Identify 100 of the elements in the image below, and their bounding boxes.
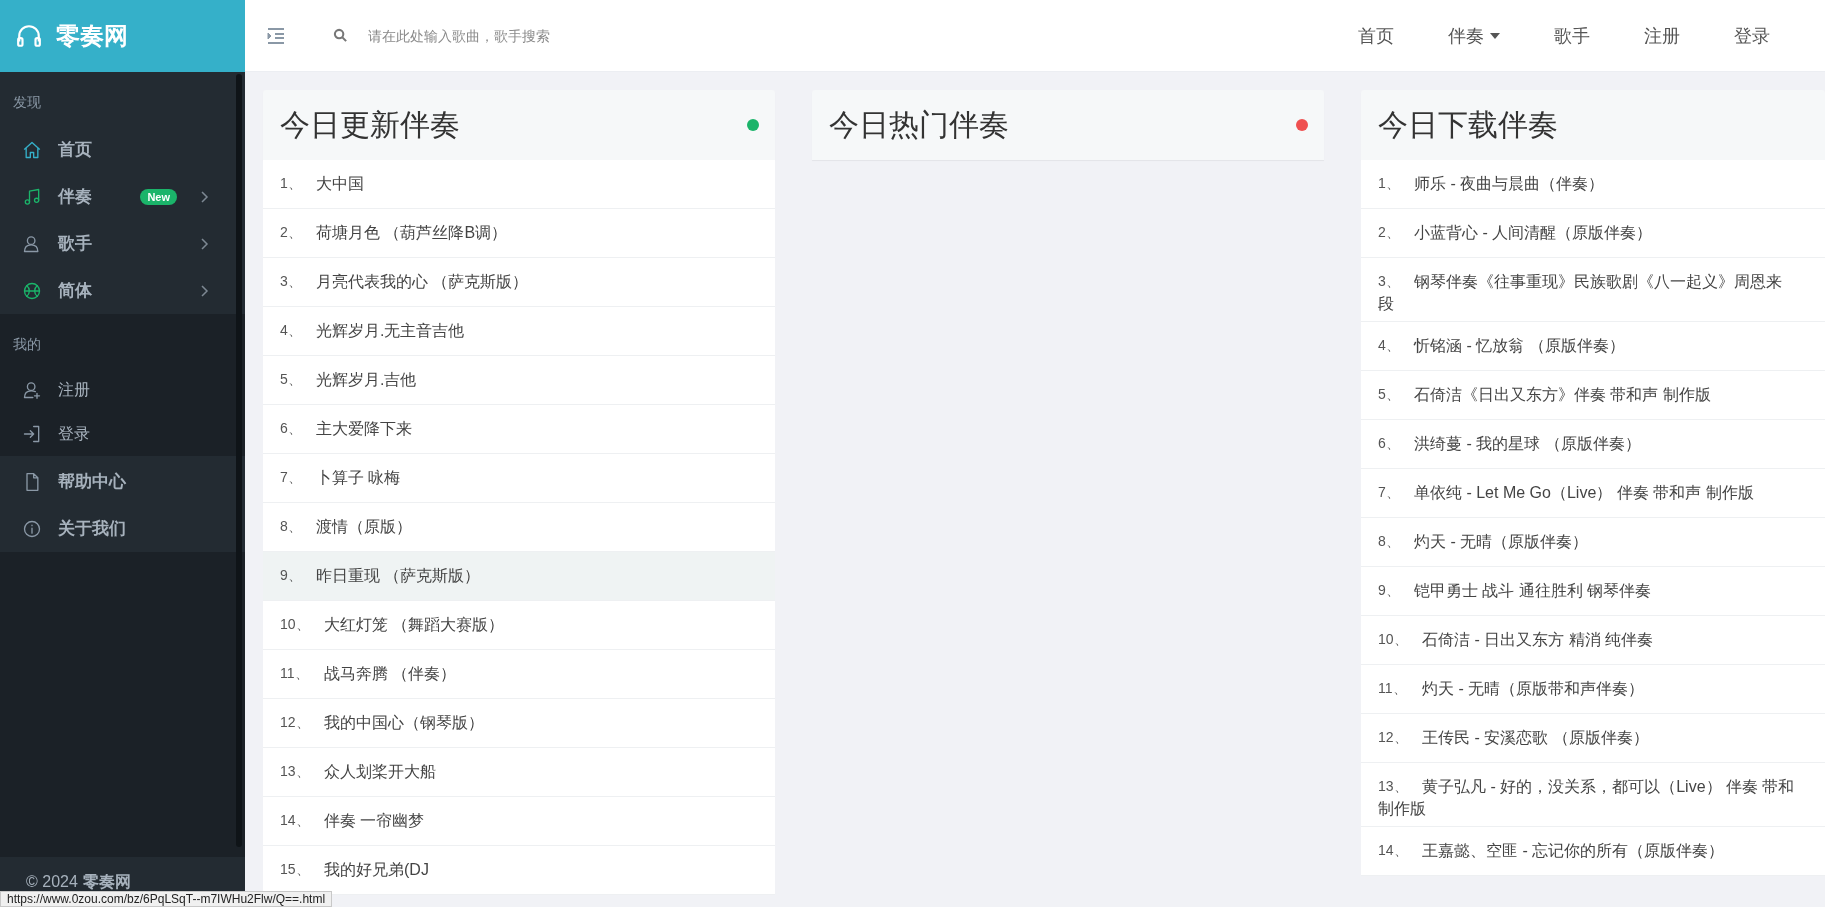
sidebar-item-label: 歌手 (58, 233, 93, 255)
sidebar-item[interactable]: 帮助中心 (0, 458, 245, 505)
user-add-icon (22, 380, 42, 400)
song-row[interactable]: 5、 光辉岁月.吉他 (263, 356, 775, 405)
song-title[interactable]: 灼天 - 无晴（原版伴奏） (1414, 531, 1589, 553)
new-badge: New (140, 188, 177, 205)
song-title[interactable]: 洪绮蔓 - 我的星球 （原版伴奏） (1414, 433, 1641, 455)
nav-link[interactable]: 伴奏 (1421, 23, 1527, 48)
song-row[interactable]: 9、 铠甲勇士 战斗 通往胜利 钢琴伴奏 (1361, 567, 1825, 616)
row-number: 14、 (280, 811, 311, 830)
song-title[interactable]: 月亮代表我的心 （萨克斯版） (316, 271, 529, 293)
sidebar-item[interactable]: 伴奏 New (0, 173, 245, 220)
song-row[interactable]: 7、 单依纯 - Let Me Go（Live） 伴奏 带和声 制作版 (1361, 469, 1825, 518)
song-title[interactable]: 铠甲勇士 战斗 通往胜利 钢琴伴奏 (1414, 580, 1652, 602)
song-row[interactable]: 12、 王传民 - 安溪恋歌 （原版伴奏） (1361, 714, 1825, 763)
row-number: 13、 (1378, 777, 1409, 796)
sidebar-section-label: 发现 (12, 93, 42, 112)
song-title[interactable]: 钢琴伴奏《往事重现》民族歌剧《八一起义》周恩来 (1414, 271, 1782, 293)
sidebar-item[interactable]: 歌手 (0, 220, 245, 267)
song-row[interactable]: 3、 月亮代表我的心 （萨克斯版） (263, 258, 775, 307)
scrollbar[interactable] (236, 74, 242, 847)
sidebar-item-label: 注册 (58, 379, 91, 400)
ball-icon (22, 280, 42, 301)
row-number: 9、 (1378, 581, 1401, 600)
song-title[interactable]: 黄子弘凡 - 好的，没关系，都可以（Live） 伴奏 带和 (1422, 776, 1795, 798)
song-row[interactable]: 3、 钢琴伴奏《往事重现》民族歌剧《八一起义》周恩来 段 (1361, 258, 1825, 322)
song-row[interactable]: 4、 光辉岁月.无主音吉他 (263, 307, 775, 356)
song-row[interactable]: 8、 灼天 - 无晴（原版伴奏） (1361, 518, 1825, 567)
song-row[interactable]: 14、 王嘉懿、空匪 - 忘记你的所有（原版伴奏） (1361, 827, 1825, 876)
song-title[interactable]: 王嘉懿、空匪 - 忘记你的所有（原版伴奏） (1422, 840, 1725, 862)
sidebar-item[interactable]: 简体 (0, 267, 245, 314)
song-row[interactable]: 4、 忻铭涵 - 忆放翁 （原版伴奏） (1361, 322, 1825, 371)
song-title[interactable]: 众人划桨开大船 (324, 761, 436, 783)
song-title[interactable]: 大红灯笼 （舞蹈大赛版） (324, 614, 505, 636)
info-icon (22, 518, 42, 539)
song-title[interactable]: 单依纯 - Let Me Go（Live） 伴奏 带和声 制作版 (1414, 482, 1754, 504)
song-row[interactable]: 10、 石倚洁 - 日出又东方 精消 纯伴奏 (1361, 616, 1825, 665)
song-title[interactable]: 荷塘月色 （葫芦丝降B调） (316, 222, 508, 244)
song-title[interactable]: 战马奔腾 （伴奏） (324, 663, 457, 685)
song-title[interactable]: 我的好兄弟(DJ (324, 859, 429, 881)
login-icon (22, 424, 42, 444)
song-title[interactable]: 大中国 (316, 173, 364, 195)
song-row[interactable]: 13、 众人划桨开大船 (263, 748, 775, 797)
song-title[interactable]: 光辉岁月.吉他 (316, 369, 417, 391)
song-title-continued[interactable]: 制作版 (1378, 798, 1808, 820)
sidebar-item[interactable]: 关于我们 (0, 505, 245, 552)
song-row[interactable]: 5、 石倚洁《日出又东方》伴奏 带和声 制作版 (1361, 371, 1825, 420)
song-row[interactable]: 14、 伴奏 一帘幽梦 (263, 797, 775, 846)
song-title[interactable]: 伴奏 一帘幽梦 (324, 810, 425, 832)
sidebar-item-label: 伴奏 (58, 186, 93, 208)
song-title[interactable]: 师乐 - 夜曲与晨曲（伴奏） (1414, 173, 1605, 195)
row-number: 5、 (1378, 385, 1401, 404)
row-number: 5、 (280, 370, 303, 389)
song-row[interactable]: 10、 大红灯笼 （舞蹈大赛版） (263, 601, 775, 650)
song-row[interactable]: 6、 洪绮蔓 - 我的星球 （原版伴奏） (1361, 420, 1825, 469)
song-row[interactable]: 13、 黄子弘凡 - 好的，没关系，都可以（Live） 伴奏 带和 制作版 (1361, 763, 1825, 827)
nav-link[interactable]: 首页 (1331, 23, 1421, 48)
search-field[interactable]: 请在此处输入歌曲，歌手搜索 (366, 26, 690, 45)
song-title[interactable]: 石倚洁《日出又东方》伴奏 带和声 制作版 (1414, 384, 1711, 406)
song-row[interactable]: 1、 师乐 - 夜曲与晨曲（伴奏） (1361, 160, 1825, 209)
footer-brand: 零奏网 (82, 871, 131, 892)
song-title[interactable]: 忻铭涵 - 忆放翁 （原版伴奏） (1414, 335, 1625, 357)
song-row[interactable]: 12、 我的中国心（钢琴版） (263, 699, 775, 748)
song-row[interactable]: 6、 主大爱降下来 (263, 405, 775, 454)
nav-link[interactable]: 登录 (1707, 23, 1797, 48)
sidebar-item-label: 首页 (58, 139, 93, 161)
panel-title: 今日热门伴奏 (829, 106, 1009, 143)
row-number: 9、 (280, 566, 303, 585)
home-icon (22, 139, 42, 160)
song-title[interactable]: 我的中国心（钢琴版） (324, 712, 484, 734)
song-row[interactable]: 7、 卜算子 咏梅 (263, 454, 775, 503)
song-row[interactable]: 11、 战马奔腾 （伴奏） (263, 650, 775, 699)
song-title[interactable]: 渡情（原版） (316, 516, 412, 538)
row-number: 10、 (1378, 630, 1409, 649)
row-number: 6、 (1378, 434, 1401, 453)
song-row[interactable]: 2、 小蓝背心 - 人间清醒（原版伴奏） (1361, 209, 1825, 258)
song-title[interactable]: 王传民 - 安溪恋歌 （原版伴奏） (1422, 727, 1649, 749)
nav-link[interactable]: 歌手 (1527, 23, 1617, 48)
song-row[interactable]: 1、 大中国 (263, 160, 775, 209)
song-title[interactable]: 昨日重现 （萨克斯版） (316, 565, 481, 587)
nav-link[interactable]: 注册 (1617, 23, 1707, 48)
song-title[interactable]: 灼天 - 无晴（原版带和声伴奏） (1422, 678, 1645, 700)
song-row[interactable]: 11、 灼天 - 无晴（原版带和声伴奏） (1361, 665, 1825, 714)
row-number: 2、 (280, 223, 303, 242)
song-title[interactable]: 卜算子 咏梅 (316, 467, 401, 489)
row-number: 7、 (280, 468, 303, 487)
sidebar-item[interactable]: 登录 (0, 412, 245, 456)
song-title[interactable]: 主大爱降下来 (316, 418, 412, 440)
song-row[interactable]: 2、 荷塘月色 （葫芦丝降B调） (263, 209, 775, 258)
song-title-continued[interactable]: 段 (1378, 293, 1808, 315)
sidebar-item[interactable]: 首页 (0, 126, 245, 173)
song-title[interactable]: 小蓝背心 - 人间清醒（原版伴奏） (1414, 222, 1653, 244)
row-number: 1、 (280, 174, 303, 193)
panel-title: 今日下载伴奏 (1378, 106, 1558, 143)
row-number: 14、 (1378, 841, 1409, 860)
song-title[interactable]: 光辉岁月.无主音吉他 (316, 320, 465, 342)
song-row[interactable]: 9、 昨日重现 （萨克斯版） (263, 552, 775, 601)
sidebar-item[interactable]: 注册 (0, 368, 245, 412)
row-number: 6、 (280, 419, 303, 438)
song-title[interactable]: 石倚洁 - 日出又东方 精消 纯伴奏 (1422, 629, 1654, 651)
